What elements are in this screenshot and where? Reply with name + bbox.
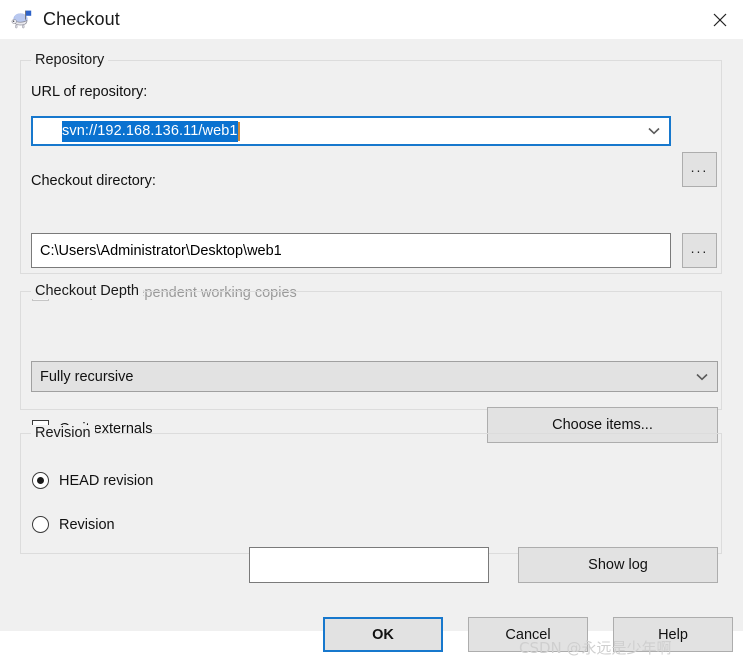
tortoisesvn-turtle-icon: [10, 8, 34, 32]
checkout-depth-group-label: Checkout Depth: [31, 283, 143, 299]
revision-group: Revision: [20, 425, 722, 554]
browse-directory-button[interactable]: ...: [682, 233, 717, 268]
radio-circle[interactable]: [32, 472, 49, 489]
browse-url-button[interactable]: ...: [682, 152, 717, 187]
repository-url-input[interactable]: svn://192.168.136.11/web1: [33, 118, 639, 144]
revision-group-label: Revision: [31, 425, 95, 441]
specific-revision-radio[interactable]: Revision: [32, 516, 115, 533]
head-revision-radio[interactable]: HEAD revision: [32, 472, 153, 489]
checkout-directory-label: Checkout directory:: [31, 173, 156, 189]
repository-group-label: Repository: [31, 52, 109, 68]
cancel-button[interactable]: Cancel: [468, 617, 588, 652]
chevron-down-icon[interactable]: [639, 118, 669, 144]
close-icon[interactable]: [697, 0, 743, 39]
url-of-repository-label: URL of repository:: [31, 84, 148, 100]
repository-url-value: svn://192.168.136.11/web1: [62, 120, 238, 142]
checkout-directory-input[interactable]: C:\Users\Administrator\Desktop\web1: [31, 233, 671, 268]
checkout-depth-value: Fully recursive: [40, 368, 134, 385]
revision-number-input[interactable]: [249, 547, 489, 583]
head-revision-label: HEAD revision: [59, 472, 154, 489]
ok-button[interactable]: OK: [323, 617, 443, 652]
checkout-directory-value: C:\Users\Administrator\Desktop\web1: [40, 242, 282, 259]
help-button[interactable]: Help: [613, 617, 733, 652]
repository-url-combobox[interactable]: svn://192.168.136.11/web1: [31, 116, 671, 146]
checkout-depth-select[interactable]: Fully recursive: [31, 361, 718, 392]
chevron-down-icon[interactable]: [687, 362, 717, 391]
window-title: Checkout: [43, 9, 120, 29]
dialog-client-area: Repository URL of repository: svn://192.…: [0, 39, 743, 657]
checkout-depth-group: Checkout Depth: [20, 283, 722, 410]
title-bar: Checkout: [0, 0, 743, 39]
show-log-button[interactable]: Show log: [518, 547, 718, 583]
specific-revision-label: Revision: [59, 516, 115, 533]
radio-circle[interactable]: [32, 516, 49, 533]
text-caret: [237, 121, 240, 141]
